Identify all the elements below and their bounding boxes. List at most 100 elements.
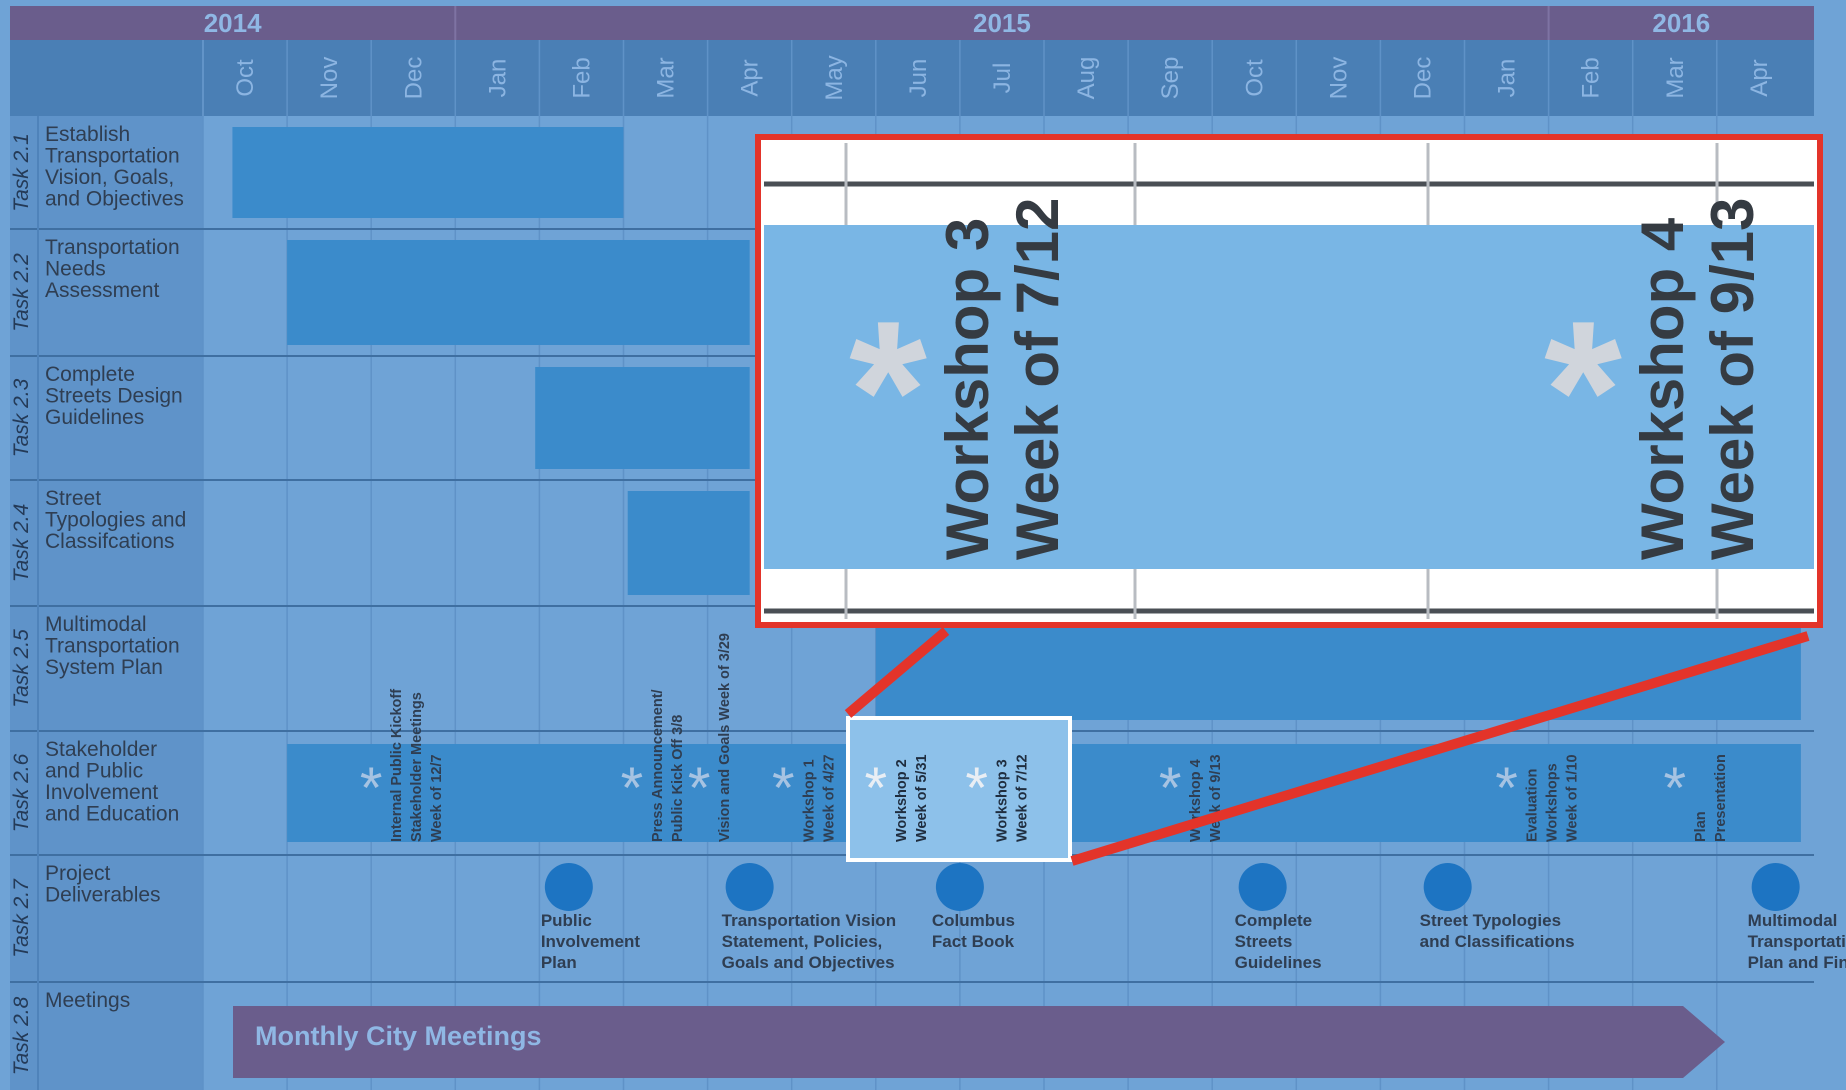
event-label-line: Week of 4/27 [821, 754, 837, 842]
month-label: Sep [1157, 57, 1184, 100]
year-label: 2016 [1652, 8, 1710, 38]
task-id: Task 2.1 [10, 133, 33, 212]
task-label-line: Complete [45, 363, 135, 386]
task-label-line: Transportation [45, 236, 180, 259]
year-label: 2015 [973, 8, 1031, 38]
chart-svg: 2014 2015 2016 Oct Nov Dec Jan Feb Mar Apr May Jun J… [0, 0, 1846, 1090]
month-label: Dec [400, 57, 427, 100]
deliverable-dot [935, 863, 984, 911]
month-label: Jan [1494, 59, 1521, 98]
event-label-line: Week of 7/12 [1015, 754, 1031, 842]
month-label: Dec [1409, 57, 1436, 100]
deliverable-label-line: and Classifications [1420, 932, 1575, 951]
task-label-line: Stakeholder [45, 738, 157, 761]
task-label-line: Typologies and [45, 509, 186, 532]
event-asterisk-icon: * [865, 756, 888, 821]
task-id: Task 2.7 [10, 878, 33, 958]
deliverable-label-line: Transportation Vision [722, 911, 896, 930]
zoom-event-label-line: Week of 9/13 [1699, 198, 1766, 560]
deliverable-dot [1751, 863, 1800, 911]
task-label-line: Vision, Goals, [45, 166, 174, 189]
deliverable-label-line: Involvement [541, 932, 641, 951]
event-label-line: Presentation [1713, 754, 1729, 842]
month-label: Jun [905, 59, 932, 98]
event-asterisk-icon: * [1663, 756, 1686, 821]
task-bar [627, 491, 750, 595]
deliverable-dot [544, 863, 593, 911]
month-label: Apr [737, 59, 764, 96]
month-label: Oct [1241, 59, 1268, 97]
event-label-line: Internal Public Kickoff [389, 689, 405, 842]
task-label-line: Involvement [45, 781, 158, 804]
event-asterisk-icon: * [1159, 756, 1182, 821]
deliverable-label-line: Guidelines [1235, 953, 1322, 972]
event-label-line: Week of 12/7 [429, 754, 445, 842]
event-label-line: Week of 1/10 [1565, 754, 1581, 842]
event-label-line: Press Announcement/ [650, 689, 666, 842]
task-label-line: Project [45, 862, 111, 885]
event-label-line: Public Kick Off 3/8 [670, 715, 686, 842]
deliverable-label-line: Streets [1235, 932, 1293, 951]
zoom-asterisk-icon: * [849, 280, 927, 503]
zoom-event-label-line: Workshop 3 [934, 218, 1001, 560]
task-label-line: Needs [45, 258, 106, 281]
zoom-asterisk-icon: * [1544, 280, 1622, 503]
deliverable-dot [1238, 863, 1287, 911]
event-asterisk-icon: * [621, 756, 644, 821]
task-label-line: Deliverables [45, 884, 161, 907]
deliverable-label-line: Transportation System [1748, 932, 1846, 951]
event-label-line: Week of 5/31 [914, 754, 930, 842]
deliverable-label-line: Complete [1235, 911, 1312, 930]
year-header-band [10, 6, 1814, 40]
deliverable-label-line: Columbus [932, 911, 1015, 930]
event-label-line: Stakeholder Meetings [409, 692, 425, 842]
event-label-line: Workshop 2 [894, 759, 910, 842]
deliverable-label-line: Plan [541, 953, 577, 972]
task-bar [232, 127, 624, 218]
month-label: Jan [484, 59, 511, 98]
deliverable-label-line: Plan and Final Report [1748, 953, 1846, 972]
event-label-line: Workshops [1545, 763, 1561, 842]
event-asterisk-icon: * [965, 756, 988, 821]
event-asterisk-icon: * [688, 756, 711, 821]
event-label-line: Plan [1693, 811, 1709, 842]
task-label-line: and Public [45, 760, 143, 783]
month-label: Oct [232, 59, 259, 97]
month-label: Mar [1662, 57, 1689, 98]
task-bar [287, 240, 750, 345]
month-label: Feb [568, 57, 595, 98]
task-bar [875, 617, 1801, 720]
task-label-line: and Education [45, 803, 179, 826]
task-id: Task 2.4 [10, 504, 33, 583]
month-label: Nov [1325, 57, 1352, 100]
task-label-line: Guidelines [45, 406, 144, 429]
month-label: Aug [1073, 57, 1100, 100]
task-label-line: Transportation [45, 635, 180, 658]
gantt-chart: 2014 2015 2016 Oct Nov Dec Jan Feb Mar Apr May Jun J… [0, 0, 1846, 1090]
event-label-line: Workshop 1 [801, 759, 817, 842]
task-label-line: Assessment [45, 279, 160, 302]
month-label: Apr [1746, 59, 1773, 96]
task-label-line: Classifcations [45, 530, 175, 553]
year-label: 2014 [204, 8, 262, 38]
event-asterisk-icon: * [1495, 756, 1518, 821]
task-label-line: Transportation [45, 145, 180, 168]
event-label-line: Week of 9/13 [1208, 754, 1224, 842]
task-id: Task 2.2 [10, 253, 33, 332]
deliverable-dot [725, 863, 774, 911]
task-bar [535, 367, 750, 469]
task-id: Task 2.3 [10, 378, 33, 457]
event-asterisk-icon: * [772, 756, 795, 821]
month-label: May [821, 55, 848, 100]
task-label-line: Establish [45, 123, 130, 146]
task-label-line: System Plan [45, 656, 163, 679]
month-label: Nov [316, 57, 343, 100]
event-asterisk-icon: * [360, 756, 383, 821]
task-id: Task 2.6 [10, 753, 33, 832]
meetings-label: Monthly City Meetings [255, 1021, 542, 1051]
event-label-line: Workshop 3 [995, 759, 1011, 842]
event-label-line: Vision and Goals Week of 3/29 [717, 633, 733, 842]
zoom-event-label-line: Workshop 4 [1629, 217, 1696, 560]
task-label-line: Multimodal [45, 613, 147, 636]
deliverable-label-line: Statement, Policies, [722, 932, 883, 951]
